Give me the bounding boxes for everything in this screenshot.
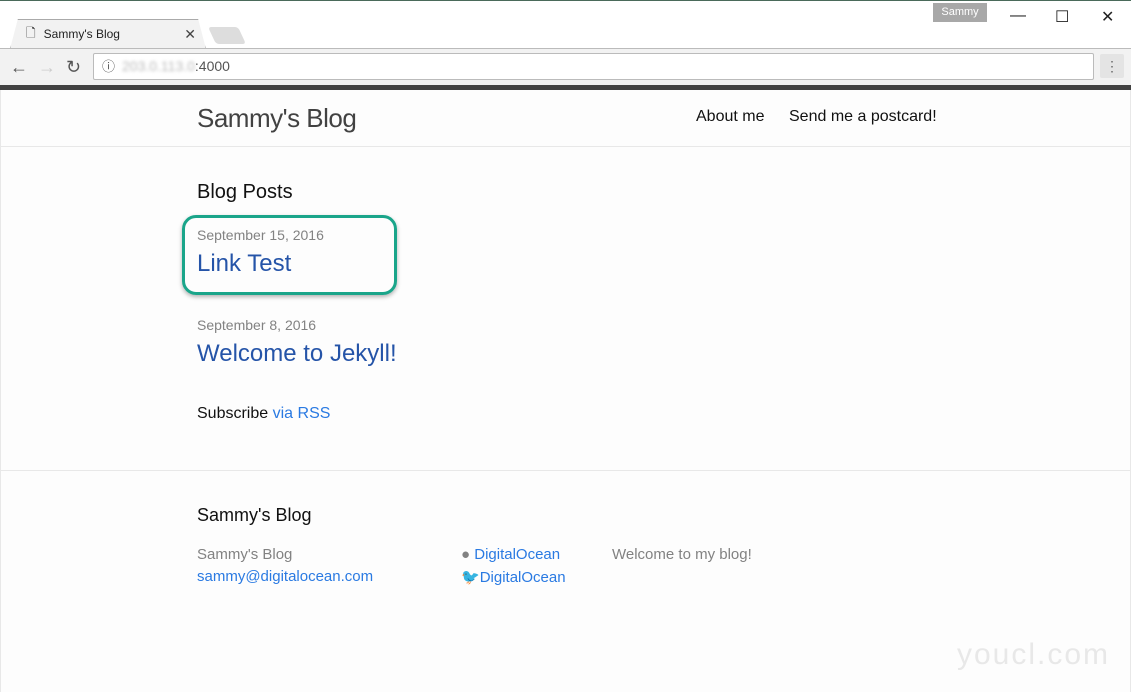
tab-title: Sammy's Blog [43,27,120,41]
email-link[interactable]: sammy@digitalocean.com [197,568,373,585]
new-tab-button[interactable] [208,27,246,44]
github-icon: ● [461,546,471,563]
title-bar: 🗋 Sammy's Blog ✕ Sammy — ☐ ✕ [0,0,1131,48]
minimize-icon[interactable]: — [1010,7,1026,25]
menu-icon[interactable]: ⋮ [1100,54,1124,78]
tab-sammys-blog[interactable]: 🗋 Sammy's Blog ✕ [10,19,206,49]
site-title[interactable]: Sammy's Blog [197,103,357,134]
section-heading: Blog Posts [197,181,293,203]
footer: Sammy's Blog Sammy's Blog sammy@digitalo… [1,470,1130,586]
page: Sammy's Blog About me Send me a postcard… [0,90,1131,692]
address-bar[interactable]: ⓘ 203.0.113.0:4000 [93,53,1094,80]
info-icon[interactable]: ⓘ [102,54,115,79]
post-link[interactable]: Link Test [197,250,291,278]
github-link[interactable]: DigitalOcean [474,546,560,563]
twitter-icon: 🐦 [461,569,480,586]
maximize-icon[interactable]: ☐ [1055,7,1069,27]
browser-toolbar: ← → ↻ ⓘ 203.0.113.0:4000 ⋮ [0,48,1131,85]
close-tab-icon[interactable]: ✕ [184,26,196,43]
post-date: September 8, 2016 [197,317,317,333]
footer-description: Welcome to my blog! [612,546,752,563]
nav-about[interactable]: About me [696,108,764,126]
footer-name: Sammy's Blog [197,546,293,563]
footer-heading: Sammy's Blog [197,505,312,525]
page-icon: 🗋 [26,25,36,40]
subscribe: Subscribe via RSS [197,405,331,422]
post-date: September 15, 2016 [197,227,324,243]
twitter-link[interactable]: DigitalOcean [480,569,566,586]
close-window-icon[interactable]: ✕ [1101,7,1114,27]
back-icon[interactable]: ← [10,57,28,78]
watermark: youcl.com [956,638,1110,671]
site-header: Sammy's Blog About me Send me a postcard… [1,90,1130,147]
reload-icon[interactable]: ↻ [66,57,81,78]
forward-icon[interactable]: → [38,57,56,78]
profile-button[interactable]: Sammy [933,3,987,22]
rss-link[interactable]: via RSS [273,405,331,422]
post-link[interactable]: Welcome to Jekyll! [197,340,397,368]
nav-postcard[interactable]: Send me a postcard! [789,108,937,126]
